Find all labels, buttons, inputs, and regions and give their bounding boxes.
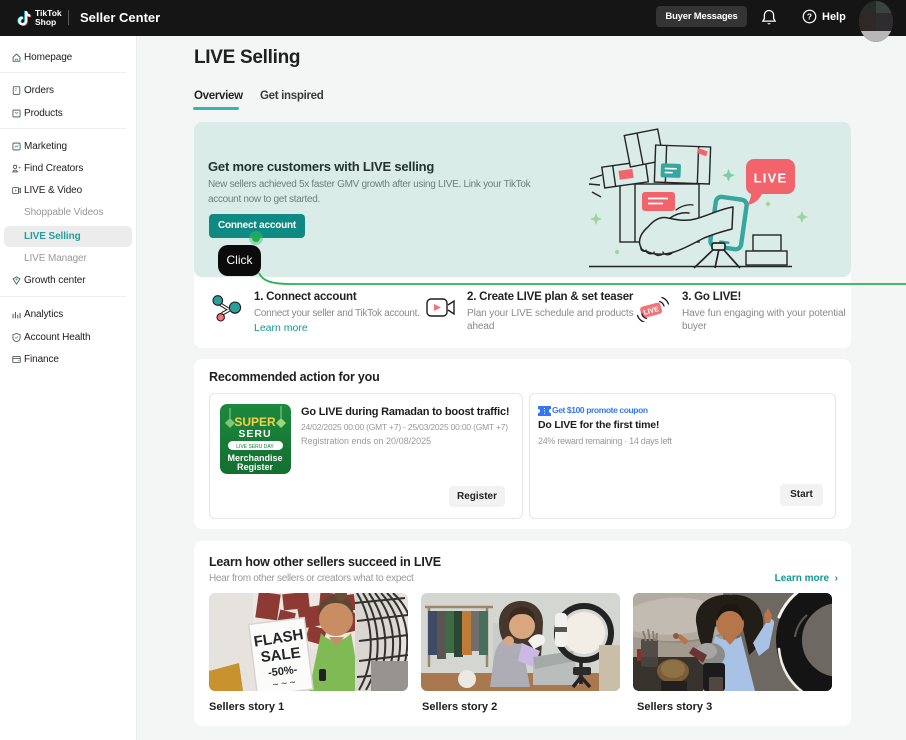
svg-text:SUPER: SUPER <box>234 415 276 429</box>
svg-text:SERU: SERU <box>238 428 271 440</box>
svg-text:LIVE SERU DAY: LIVE SERU DAY <box>236 444 274 450</box>
svg-text:LIVE: LIVE <box>754 171 788 186</box>
svg-text:Register: Register <box>237 462 274 472</box>
svg-text:?: ? <box>807 12 812 22</box>
